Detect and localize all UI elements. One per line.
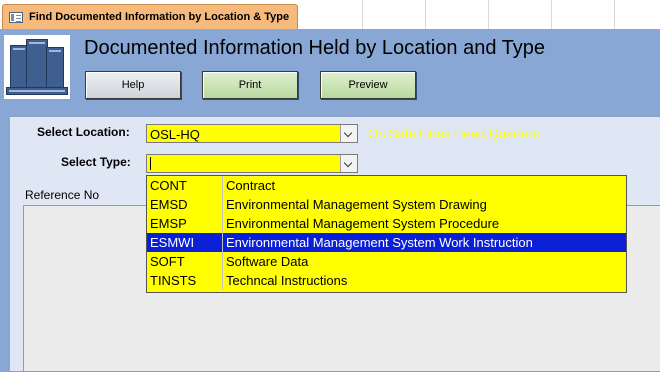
item-description: Techncal Instructions <box>226 273 348 288</box>
item-code: EMSD <box>150 197 188 212</box>
form-tab[interactable]: Find Documented Information by Location … <box>2 4 298 30</box>
item-code: CONT <box>150 178 187 193</box>
location-description: On Safe Lines Head Quarters <box>368 126 540 141</box>
help-button[interactable]: Help <box>85 71 181 99</box>
type-label: Select Type: <box>61 155 131 169</box>
reference-no-header: Reference No <box>25 188 100 202</box>
dropdown-item[interactable]: CONT Contract <box>147 176 626 195</box>
item-description: Environmental Management System Procedur… <box>226 216 500 231</box>
form-icon <box>9 12 23 23</box>
column-divider <box>222 252 223 271</box>
dropdown-item[interactable]: TINSTS Techncal Instructions <box>147 271 626 290</box>
location-combobox[interactable]: OSL-HQ <box>146 124 358 143</box>
item-code: SOFT <box>150 254 185 269</box>
document-tab-strip: Find Documented Information by Location … <box>0 0 660 30</box>
item-description: Contract <box>226 178 276 193</box>
location-label: Select Location: <box>37 125 130 139</box>
text-cursor <box>150 157 151 170</box>
preview-button[interactable]: Preview <box>320 71 416 99</box>
item-code: ESMWI <box>150 235 195 250</box>
dropdown-item[interactable]: EMSP Environmental Management System Pro… <box>147 214 626 233</box>
item-description: Software Data <box>226 254 309 269</box>
chevron-down-icon[interactable] <box>340 125 357 142</box>
form-tab-label: Find Documented Information by Location … <box>29 11 290 23</box>
column-divider <box>222 214 223 233</box>
chevron-down-icon[interactable] <box>340 155 357 172</box>
file-cabinet-logo <box>4 35 70 99</box>
print-button[interactable]: Print <box>202 71 298 99</box>
print-button-label: Print <box>238 79 262 91</box>
column-divider <box>222 195 223 214</box>
type-dropdown-list[interactable]: CONT Contract EMSD Environmental Managem… <box>146 175 627 293</box>
item-code: EMSP <box>150 216 187 231</box>
type-combobox[interactable] <box>146 154 358 173</box>
background-grid <box>300 0 660 29</box>
item-description: Environmental Management System Drawing <box>226 197 487 212</box>
page-title: Documented Information Held by Location … <box>84 37 546 59</box>
column-divider <box>222 176 223 195</box>
location-value: OSL-HQ <box>150 127 200 142</box>
column-divider <box>222 233 223 252</box>
item-code: TINSTS <box>150 273 197 288</box>
dropdown-item[interactable]: EMSD Environmental Management System Dra… <box>147 195 626 214</box>
dropdown-item-selected[interactable]: ESMWI Environmental Management System Wo… <box>147 233 626 252</box>
dropdown-item[interactable]: SOFT Software Data <box>147 252 626 271</box>
help-button-label: Help <box>121 79 145 91</box>
form-header: Documented Information Held by Location … <box>0 29 660 106</box>
column-divider <box>222 271 223 290</box>
item-description: Environmental Management System Work Ins… <box>226 235 533 250</box>
preview-button-label: Preview <box>348 79 388 91</box>
